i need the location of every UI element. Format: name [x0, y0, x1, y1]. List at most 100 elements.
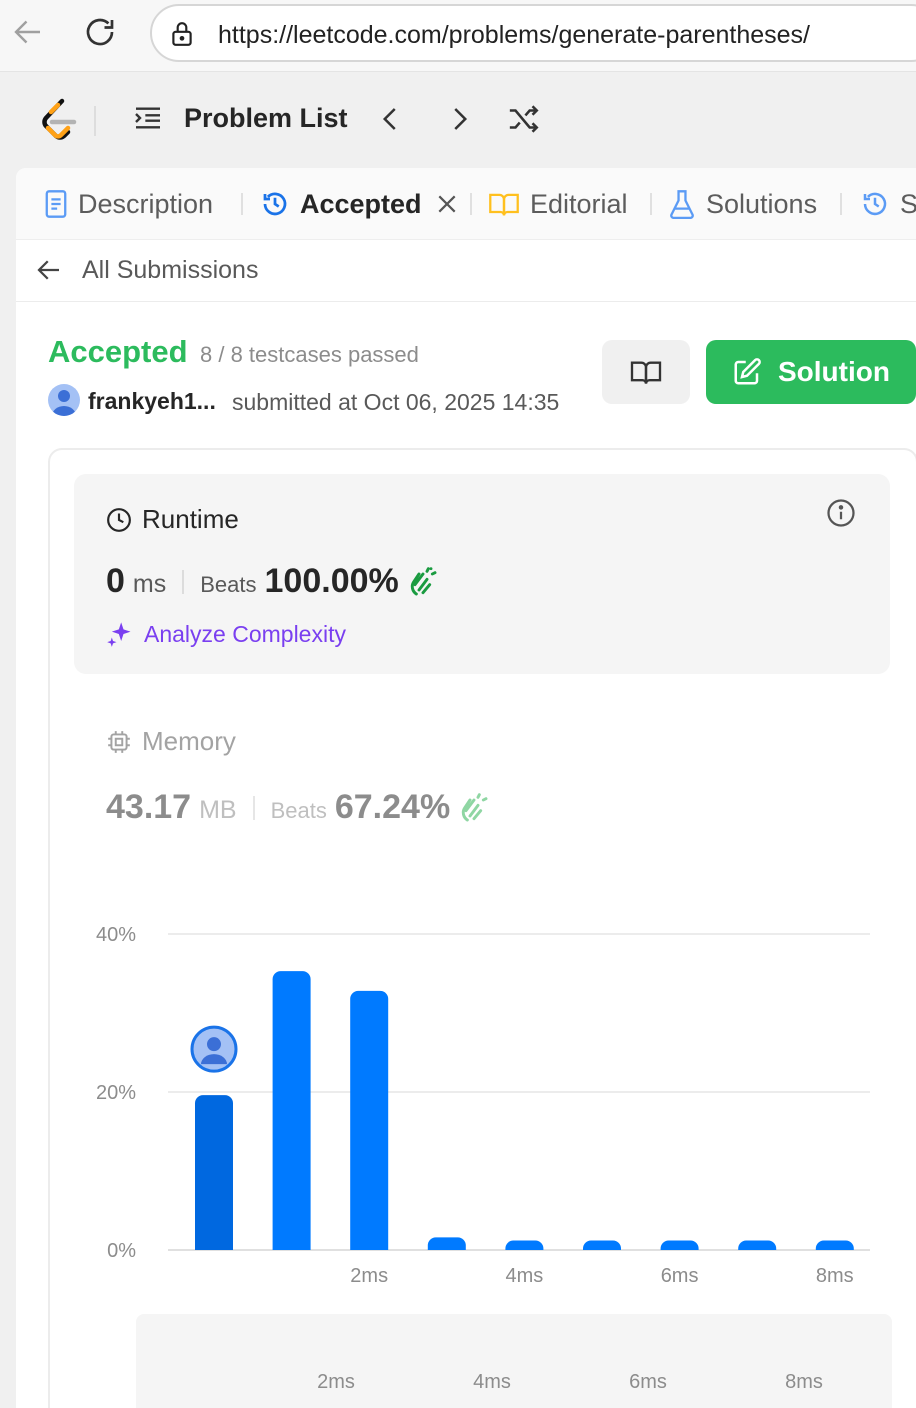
- tab-description[interactable]: Description: [44, 186, 213, 222]
- chart-bar[interactable]: [660, 1240, 699, 1250]
- runtime-title-label: Runtime: [142, 504, 239, 534]
- chart-range-selector[interactable]: 2ms 4ms 6ms 8ms: [136, 1314, 892, 1408]
- submission-status: Accepted: [48, 334, 188, 369]
- tab-separator: [470, 193, 472, 215]
- tab-submissions-label: S: [900, 188, 916, 219]
- solution-button[interactable]: Solution: [706, 340, 916, 404]
- header-divider: [94, 106, 96, 136]
- memory-title[interactable]: Memory: [106, 726, 236, 757]
- memory-metric: 43.17 MB Beats 67.24%: [106, 788, 490, 827]
- memory-value: 43.17: [106, 788, 192, 826]
- list-icon: [132, 102, 164, 134]
- submitted-time: submitted at Oct 06, 2025 14:35: [232, 389, 560, 415]
- problem-list-label: Problem List: [184, 102, 348, 133]
- leetcode-logo-icon[interactable]: [40, 98, 80, 142]
- memory-beats: 67.24%: [334, 788, 451, 826]
- tab-bar: Description Accepted Editorial Solutions: [16, 168, 916, 240]
- shuffle-icon[interactable]: [506, 102, 542, 136]
- chart-bar[interactable]: [738, 1240, 777, 1250]
- all-submissions-link[interactable]: All Submissions: [34, 255, 258, 285]
- tab-accepted-label: Accepted: [300, 188, 422, 219]
- chart-bar[interactable]: [195, 1095, 233, 1250]
- back-icon[interactable]: [8, 12, 48, 52]
- lock-icon[interactable]: [169, 20, 195, 53]
- analyze-complexity-link[interactable]: Analyze Complexity: [106, 620, 346, 648]
- chart-bar[interactable]: [350, 990, 389, 1250]
- history-icon: [260, 189, 300, 219]
- problem-list-button[interactable]: Problem List: [132, 102, 348, 134]
- mini-x-tick-label: 6ms: [629, 1371, 667, 1393]
- metric-separator: [182, 569, 185, 594]
- user-position-avatar[interactable]: [190, 1025, 238, 1073]
- user-name[interactable]: frankyeh1...: [88, 388, 216, 415]
- chart-bar[interactable]: [583, 1240, 621, 1250]
- history-icon: [860, 189, 900, 219]
- arrow-left-icon: [34, 255, 64, 285]
- info-icon[interactable]: [826, 498, 856, 533]
- y-tick-label: 0%: [107, 1240, 136, 1262]
- chart-bar[interactable]: [272, 971, 311, 1250]
- reload-icon[interactable]: [80, 12, 120, 52]
- book-open-icon: [488, 190, 530, 218]
- clock-icon: [106, 507, 142, 533]
- x-tick-label: 4ms: [506, 1265, 544, 1287]
- chart-bar[interactable]: [427, 1237, 466, 1250]
- runtime-box[interactable]: Runtime 0 ms Beats 100.00% Analyze Compl…: [74, 474, 890, 674]
- mini-x-tick-label: 4ms: [473, 1371, 511, 1393]
- url-text: https://leetcode.com/problems/generate-p…: [218, 21, 811, 49]
- solution-button-label: Solution: [778, 356, 890, 387]
- sparkle-icon: [106, 620, 144, 648]
- chart-bar[interactable]: [815, 1240, 854, 1250]
- runtime-beats: 100.00%: [264, 562, 399, 600]
- memory-title-label: Memory: [142, 726, 236, 756]
- mini-chart[interactable]: 2ms 4ms 6ms 8ms: [136, 1314, 892, 1408]
- document-icon: [44, 189, 78, 219]
- submissions-subheader: All Submissions: [16, 240, 916, 302]
- notes-button[interactable]: [602, 340, 690, 404]
- memory-beats-label: Beats: [270, 798, 327, 823]
- address-bar[interactable]: https://leetcode.com/problems/generate-p…: [150, 4, 916, 62]
- y-tick-label: 20%: [96, 1082, 136, 1104]
- tab-solutions-label: Solutions: [706, 188, 818, 219]
- memory-unit: MB: [199, 796, 237, 824]
- clap-icon: [458, 792, 490, 824]
- tab-submissions[interactable]: S: [860, 186, 916, 222]
- all-submissions-label: All Submissions: [82, 255, 259, 284]
- edit-icon: [732, 357, 778, 387]
- runtime-unit: ms: [132, 570, 167, 598]
- x-tick-label: 8ms: [816, 1265, 854, 1287]
- x-tick-label: 6ms: [661, 1265, 699, 1287]
- tab-separator: [241, 193, 243, 215]
- tab-description-label: Description: [78, 188, 214, 219]
- tab-solutions[interactable]: Solutions: [668, 186, 817, 222]
- tab-separator: [650, 193, 652, 215]
- next-problem-icon[interactable]: [444, 102, 474, 136]
- chart-bar[interactable]: [505, 1240, 544, 1250]
- mini-x-tick-label: 8ms: [785, 1371, 823, 1393]
- mini-x-tick-label: 2ms: [317, 1371, 355, 1393]
- runtime-value: 0: [106, 562, 125, 600]
- app-header: Problem List: [0, 72, 916, 168]
- tab-separator: [840, 193, 842, 215]
- analyze-complexity-label: Analyze Complexity: [144, 620, 346, 647]
- cpu-chip-icon: [106, 729, 142, 755]
- performance-card: Runtime 0 ms Beats 100.00% Analyze Compl…: [48, 448, 916, 1408]
- x-tick-label: 2ms: [350, 1265, 388, 1287]
- tab-editorial[interactable]: Editorial: [488, 186, 628, 222]
- book-open-icon: [629, 358, 663, 386]
- browser-toolbar: https://leetcode.com/problems/generate-p…: [0, 0, 916, 72]
- testcases-passed: 8 / 8 testcases passed: [200, 342, 419, 367]
- metric-separator: [252, 795, 255, 820]
- clap-icon: [407, 566, 439, 598]
- avatar[interactable]: [48, 384, 80, 416]
- tab-editorial-label: Editorial: [530, 188, 628, 219]
- runtime-metric: 0 ms Beats 100.00%: [106, 562, 439, 601]
- y-tick-label: 40%: [96, 924, 136, 946]
- close-icon[interactable]: [436, 193, 468, 215]
- flask-icon: [668, 189, 706, 219]
- submission-panel: Description Accepted Editorial Solutions: [16, 168, 916, 1408]
- prev-problem-icon[interactable]: [376, 102, 406, 136]
- tab-accepted[interactable]: Accepted: [260, 186, 468, 222]
- runtime-beats-label: Beats: [200, 572, 257, 597]
- runtime-title: Runtime: [106, 504, 239, 535]
